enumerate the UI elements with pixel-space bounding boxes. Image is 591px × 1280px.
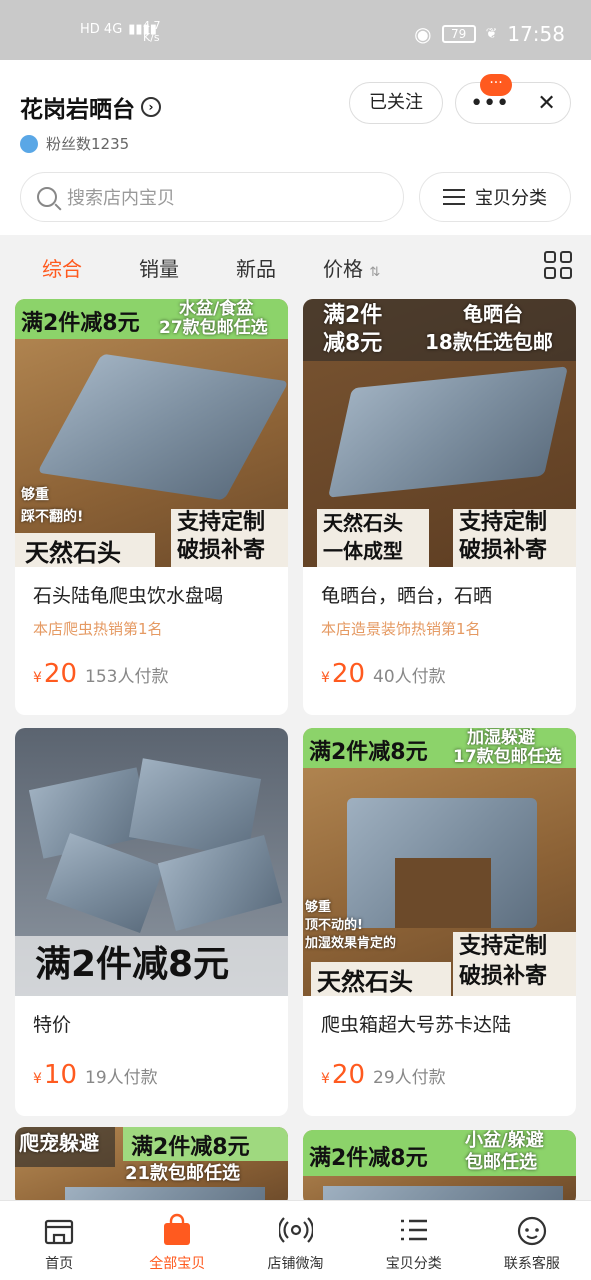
grid-view-icon[interactable] xyxy=(544,251,572,279)
battery-icon: 79 xyxy=(441,25,476,43)
paid-count: 29人付款 xyxy=(373,1068,446,1088)
product-card[interactable]: 满2件减8元 特价 ¥10 19人付款 xyxy=(15,728,288,1116)
product-price: ¥20 xyxy=(321,1060,366,1090)
shopping-bag-icon xyxy=(160,1213,194,1247)
product-card[interactable]: 满2件 减8元 龟晒台 18款任选包邮 天然石头 一体成型 支持定制 破损补寄 … xyxy=(303,299,576,715)
tab-categories[interactable]: 宝贝分类 xyxy=(355,1201,473,1280)
status-bar: HD 4G ▮▮▮▮ 4.7 K/s ◉ 79 ❦ 17:58 xyxy=(0,0,591,60)
sort-arrows-icon: ⇅ xyxy=(369,265,381,280)
product-image: 满2件减8元 小盆/躲避 包邮任选 xyxy=(303,1130,576,1206)
network-speed: 4.7 K/s xyxy=(143,19,161,44)
sort-price[interactable]: 价格 ⇅ xyxy=(323,253,380,282)
eye-icon: ◉ xyxy=(414,22,432,46)
product-image: 满2件减8元 xyxy=(15,728,288,996)
product-image: 爬宠躲避 满2件减8元 21款包邮任选 xyxy=(15,1127,288,1207)
sort-sales[interactable]: 销量 xyxy=(139,253,179,282)
tab-home[interactable]: 首页 xyxy=(0,1201,118,1280)
network-label: HD 4G xyxy=(80,22,123,37)
list-icon xyxy=(443,189,465,205)
broadcast-icon xyxy=(277,1213,314,1247)
list-icon xyxy=(397,1213,431,1247)
product-image: 满2件减8元 水盆/食盆 27款包邮任选 够重 踩不翻的! 天然石头 支持定制 … xyxy=(15,299,288,567)
product-card[interactable]: 满2件减8元 加湿躲避 17款包邮任选 够重 顶不动的! 加湿效果肯定的 天然石… xyxy=(303,728,576,1116)
sort-bar: 综合 销量 新品 价格 ⇅ xyxy=(0,235,591,297)
store-icon xyxy=(42,1213,76,1247)
tab-weitao[interactable]: 店铺微淘 xyxy=(236,1201,354,1280)
product-title: 特价 xyxy=(33,1014,72,1036)
tab-customer-service[interactable]: 联系客服 xyxy=(473,1201,591,1280)
fans-count: 粉丝数1235 xyxy=(20,133,129,154)
product-title: 龟晒台，晒台，石晒 xyxy=(321,585,493,607)
product-title: 石头陆龟爬虫饮水盘喝 xyxy=(33,585,224,607)
search-icon xyxy=(37,187,57,207)
leaf-icon: ❦ xyxy=(485,26,498,42)
bottom-tab-bar: 首页 全部宝贝 店铺微淘 宝贝分类 联系客服 xyxy=(0,1200,591,1280)
chat-face-icon xyxy=(515,1213,549,1247)
shop-header: 花岗岩晒台 › 粉丝数1235 已关注 ••• ✕ ··· 搜索店内宝贝 宝贝分… xyxy=(0,60,591,235)
product-price: ¥20 xyxy=(321,659,366,689)
clock-time: 17:58 xyxy=(507,22,565,46)
product-card[interactable]: 爬宠躲避 满2件减8元 21款包邮任选 xyxy=(15,1127,288,1207)
sort-new[interactable]: 新品 xyxy=(236,253,276,282)
search-input[interactable]: 搜索店内宝贝 xyxy=(20,172,404,222)
capsule-menu: ••• ✕ xyxy=(455,82,571,124)
follow-button[interactable]: 已关注 xyxy=(349,82,443,124)
product-card[interactable]: 满2件减8元 水盆/食盆 27款包邮任选 够重 踩不翻的! 天然石头 支持定制 … xyxy=(15,299,288,715)
product-image: 满2件 减8元 龟晒台 18款任选包邮 天然石头 一体成型 支持定制 破损补寄 xyxy=(303,299,576,567)
product-card[interactable]: 满2件减8元 小盆/躲避 包邮任选 xyxy=(303,1130,576,1206)
product-rank: 本店爬虫热销第1名 xyxy=(33,620,163,638)
product-price: ¥20 xyxy=(33,659,78,689)
product-rank: 本店造景装饰热销第1名 xyxy=(321,620,481,638)
product-price: ¥10 xyxy=(33,1060,78,1090)
shop-title[interactable]: 花岗岩晒台 › xyxy=(20,90,161,124)
search-placeholder: 搜索店内宝贝 xyxy=(67,188,175,209)
product-title: 爬虫箱超大号苏卡达陆 xyxy=(321,1014,512,1036)
product-image: 满2件减8元 加湿躲避 17款包邮任选 够重 顶不动的! 加湿效果肯定的 天然石… xyxy=(303,728,576,996)
category-button[interactable]: 宝贝分类 xyxy=(419,172,571,222)
close-icon[interactable]: ✕ xyxy=(537,91,555,116)
paid-count: 40人付款 xyxy=(373,667,446,687)
paid-count: 153人付款 xyxy=(85,667,169,687)
chevron-right-icon: › xyxy=(141,97,161,117)
paid-count: 19人付款 xyxy=(85,1068,158,1088)
fans-icon xyxy=(20,134,38,153)
tab-all-items[interactable]: 全部宝贝 xyxy=(118,1201,236,1280)
sort-comprehensive[interactable]: 综合 xyxy=(42,253,82,282)
notification-badge: ··· xyxy=(480,74,512,96)
